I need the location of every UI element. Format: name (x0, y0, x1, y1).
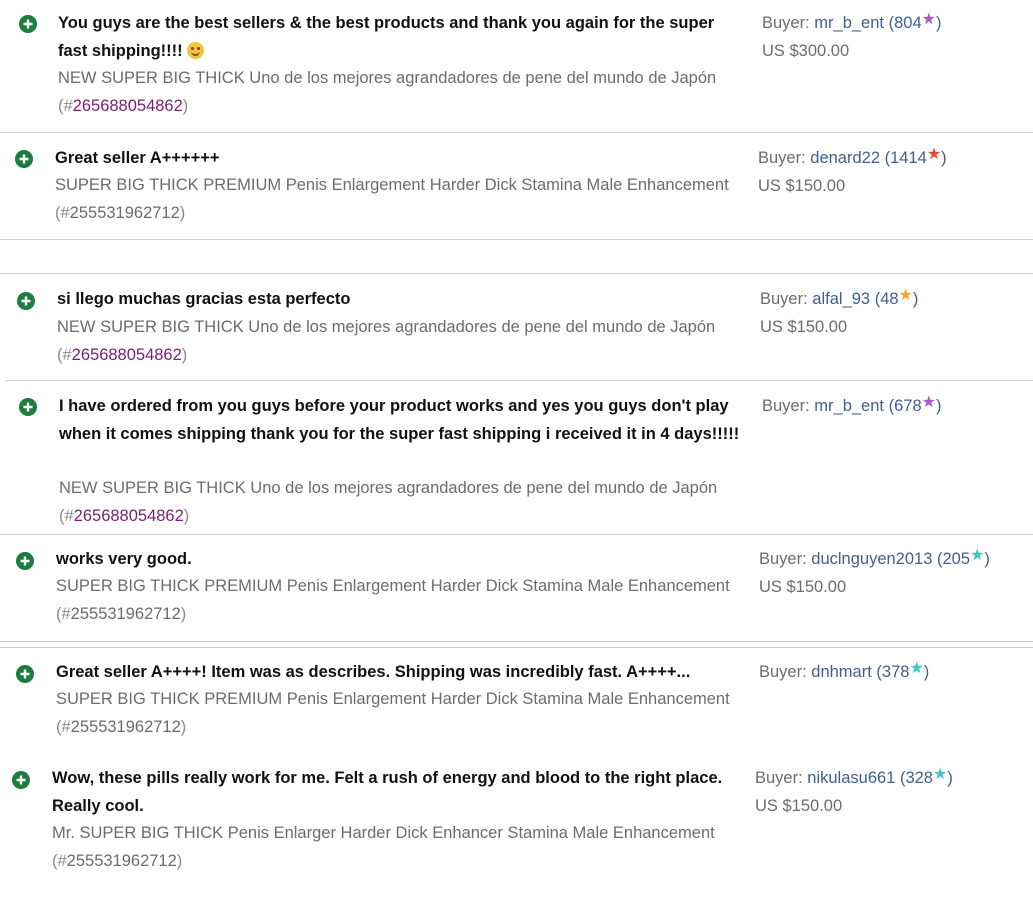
item-number-link[interactable]: (#265688054862) (59, 507, 189, 525)
item-number-link[interactable]: (#255531962712) (56, 605, 186, 623)
feedback-comment: works very good. (56, 550, 192, 568)
positive-feedback-icon (12, 771, 30, 789)
buyer-username-link[interactable]: duclnguyen2013 (811, 550, 932, 568)
feedback-score[interactable]: 1414 (890, 149, 927, 167)
feedback-comment: You guys are the best sellers & the best… (58, 14, 715, 60)
buyer-username-link[interactable]: alfal_93 (812, 290, 870, 308)
feedback-comment: Great seller A++++! Item was as describe… (56, 663, 691, 681)
item-title: NEW SUPER BIG THICK Uno de los mejores a… (59, 479, 718, 525)
feedback-star-icon: ★ (921, 11, 936, 28)
buyer-username-link[interactable]: mr_b_ent (814, 397, 884, 415)
buyer-info: Buyer: mr_b_ent (804★) US $300.00 (762, 10, 941, 65)
buyer-info: Buyer: nikulasu661 (328★) US $150.00 (755, 765, 953, 820)
item-price: US $150.00 (759, 577, 847, 596)
item-number-link[interactable]: (#265688054862) (57, 346, 187, 364)
feedback-star-icon: ★ (921, 394, 936, 411)
buyer-username-link[interactable]: denard22 (810, 149, 880, 167)
item-title: SUPER BIG THICK PREMIUM Penis Enlargemen… (56, 577, 730, 623)
feedback-star-icon: ★ (926, 146, 942, 163)
divider (0, 239, 1033, 240)
buyer-info: Buyer: denard22 (1414★) US $150.00 (758, 145, 947, 200)
feedback-entry: I have ordered from you guys before your… (0, 381, 1033, 534)
feedback-star-icon: ★ (970, 547, 985, 564)
positive-feedback-icon (16, 665, 34, 683)
buyer-info: Buyer: dnhmart (378★) (759, 660, 930, 681)
item-title: Mr. SUPER BIG THICK Penis Enlarger Harde… (52, 824, 715, 870)
feedback-entry: works very good. SUPER BIG THICK PREMIUM… (0, 535, 1033, 641)
item-title: NEW SUPER BIG THICK Uno de los mejores a… (58, 69, 717, 115)
feedback-star-icon: ★ (898, 287, 913, 304)
buyer-info: Buyer: mr_b_ent (678★) (762, 394, 942, 415)
feedback-score[interactable]: 378 (882, 663, 910, 681)
buyer-username-link[interactable]: nikulasu661 (807, 769, 895, 787)
buyer-username-link[interactable]: dnhmart (811, 663, 872, 681)
item-number-link[interactable]: (#255531962712) (55, 204, 185, 222)
divider (0, 641, 1033, 642)
item-price: US $150.00 (755, 796, 843, 815)
item-title: SUPER BIG THICK PREMIUM Penis Enlargemen… (56, 690, 730, 736)
item-number-link[interactable]: (#255531962712) (56, 718, 186, 736)
item-price: US $150.00 (758, 176, 846, 195)
feedback-entry: Great seller A++++! Item was as describe… (0, 648, 1033, 752)
feedback-score[interactable]: 205 (942, 550, 970, 568)
feedback-entry: You guys are the best sellers & the best… (0, 0, 1033, 132)
item-number-link[interactable]: (#265688054862) (58, 97, 188, 115)
item-price: US $150.00 (760, 317, 848, 336)
item-title: SUPER BIG THICK PREMIUM Penis Enlargemen… (55, 176, 729, 222)
feedback-star-icon: ★ (909, 660, 924, 677)
positive-feedback-icon (17, 292, 35, 310)
feedback-entry: si llego muchas gracias esta perfecto NE… (0, 274, 1033, 380)
positive-feedback-icon (19, 15, 37, 33)
buyer-info: Buyer: duclnguyen2013 (205★) US $150.00 (759, 546, 990, 601)
feedback-comment: si llego muchas gracias esta perfecto (57, 290, 351, 308)
item-price: US $300.00 (762, 41, 850, 60)
feedback-entry: Wow, these pills really work for me. Fel… (0, 752, 1033, 897)
positive-feedback-icon (15, 150, 33, 168)
buyer-info: Buyer: alfal_93 (48★) US $150.00 (760, 286, 918, 341)
feedback-comment: I have ordered from you guys before your… (59, 397, 740, 443)
feedback-comment: Great seller A++++++ (55, 149, 220, 167)
feedback-score[interactable]: 48 (880, 290, 898, 308)
feedback-score[interactable]: 328 (905, 769, 933, 787)
feedback-comment: Wow, these pills really work for me. Fel… (52, 769, 723, 815)
smiling-face-emoji-icon (186, 41, 204, 59)
buyer-username-link[interactable]: mr_b_ent (814, 14, 884, 32)
feedback-score[interactable]: 804 (894, 14, 922, 32)
feedback-entry: Great seller A++++++ SUPER BIG THICK PRE… (0, 133, 1033, 239)
positive-feedback-icon (19, 398, 37, 416)
item-title: NEW SUPER BIG THICK Uno de los mejores a… (57, 318, 716, 364)
positive-feedback-icon (16, 552, 34, 570)
item-number-link[interactable]: (#255531962712) (52, 852, 182, 870)
feedback-star-icon: ★ (932, 766, 948, 783)
feedback-score[interactable]: 678 (894, 397, 922, 415)
